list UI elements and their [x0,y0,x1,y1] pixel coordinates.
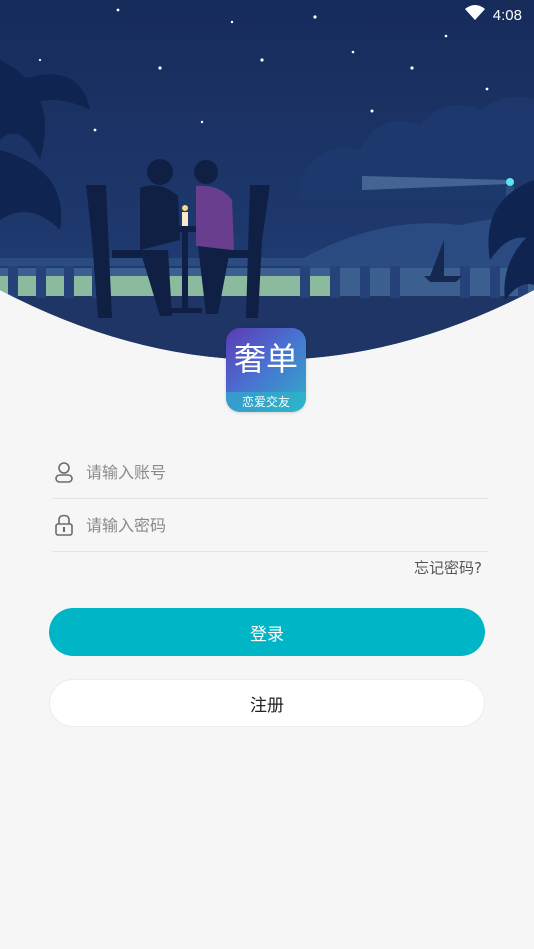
forgot-password-link[interactable]: 忘记密码? [414,557,482,578]
logo-subtitle: 恋爱交友 [226,392,306,412]
wifi-icon [464,5,485,25]
status-bar: 4:08 [0,0,534,30]
lock-icon [52,513,76,537]
app-logo: 奢单 恋爱交友 [226,328,306,412]
register-button[interactable]: 注册 [49,679,485,727]
password-input[interactable] [86,515,488,535]
account-input[interactable] [86,462,488,482]
user-icon [52,460,76,484]
login-button[interactable]: 登录 [49,608,485,656]
hero-illustration [0,0,534,380]
account-field [52,446,488,499]
password-field [52,499,488,552]
status-time: 4:08 [492,6,522,24]
logo-title: 奢单 [233,340,298,378]
